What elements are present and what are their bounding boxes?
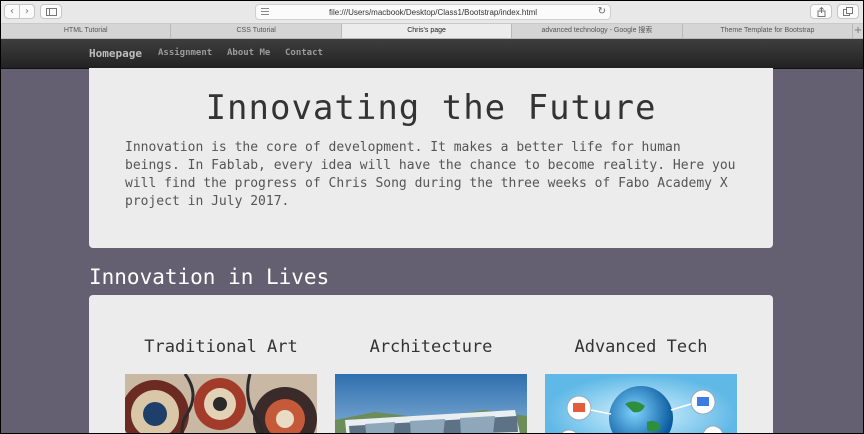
section-heading: Innovation in Lives (89, 265, 330, 289)
nav-link-about-me[interactable]: About Me (227, 39, 270, 68)
tab-chris-page[interactable]: Chris's page (341, 24, 513, 38)
traditional-art-image (125, 374, 317, 433)
forward-button[interactable]: › (20, 5, 34, 18)
jumbotron: Innovating the Future Innovation is the … (89, 68, 773, 248)
tab-bar: HTML Tutorial CSS Tutorial Chris's page … (1, 24, 863, 39)
sidebar-icon (45, 7, 57, 16)
new-tab-button[interactable]: + (853, 24, 863, 38)
address-bar[interactable]: file:///Users/macbook/Desktop/Class1/Boo… (255, 4, 611, 20)
card-title-traditional-art: Traditional Art (144, 337, 298, 357)
card-title-architecture: Architecture (369, 337, 493, 357)
show-tabs-button[interactable] (837, 4, 859, 19)
advanced-tech-image (545, 374, 737, 433)
share-button[interactable] (810, 4, 832, 19)
architecture-image (335, 374, 527, 433)
browser-window: ‹ › file:///Users/macbook/Desktop/Class1… (1, 1, 863, 433)
card-title-advanced-tech: Advanced Tech (574, 337, 708, 357)
intro-paragraph: Innovation is the core of development. I… (125, 140, 736, 209)
tab-theme-template[interactable]: Theme Template for Bootstrap (683, 24, 854, 38)
site-navbar: Homepage Assignment About Me Contact (1, 39, 863, 69)
nav-link-contact[interactable]: Contact (285, 39, 323, 68)
tab-html-tutorial[interactable]: HTML Tutorial (1, 24, 172, 38)
innovation-panel: Traditional Art Architecture Advanced Te… (89, 295, 773, 433)
browser-toolbar: ‹ › file:///Users/macbook/Desktop/Class1… (1, 1, 863, 24)
sidebar-toggle-button[interactable] (40, 4, 62, 19)
nav-link-assignment[interactable]: Assignment (158, 39, 212, 68)
tab-advanced-technology[interactable]: advanced technology - Google 搜索 (512, 24, 683, 38)
page-title: Innovating the Future (205, 88, 657, 128)
tabs-overview-icon (843, 7, 853, 16)
history-nav: ‹ › (4, 4, 35, 19)
back-button[interactable]: ‹ (5, 5, 20, 18)
nav-brand-homepage[interactable]: Homepage (89, 39, 142, 68)
share-icon (817, 6, 825, 17)
tab-css-tutorial[interactable]: CSS Tutorial (171, 24, 342, 38)
url-text: file:///Users/macbook/Desktop/Class1/Boo… (328, 8, 538, 17)
reload-icon[interactable]: ↻ (598, 5, 606, 19)
